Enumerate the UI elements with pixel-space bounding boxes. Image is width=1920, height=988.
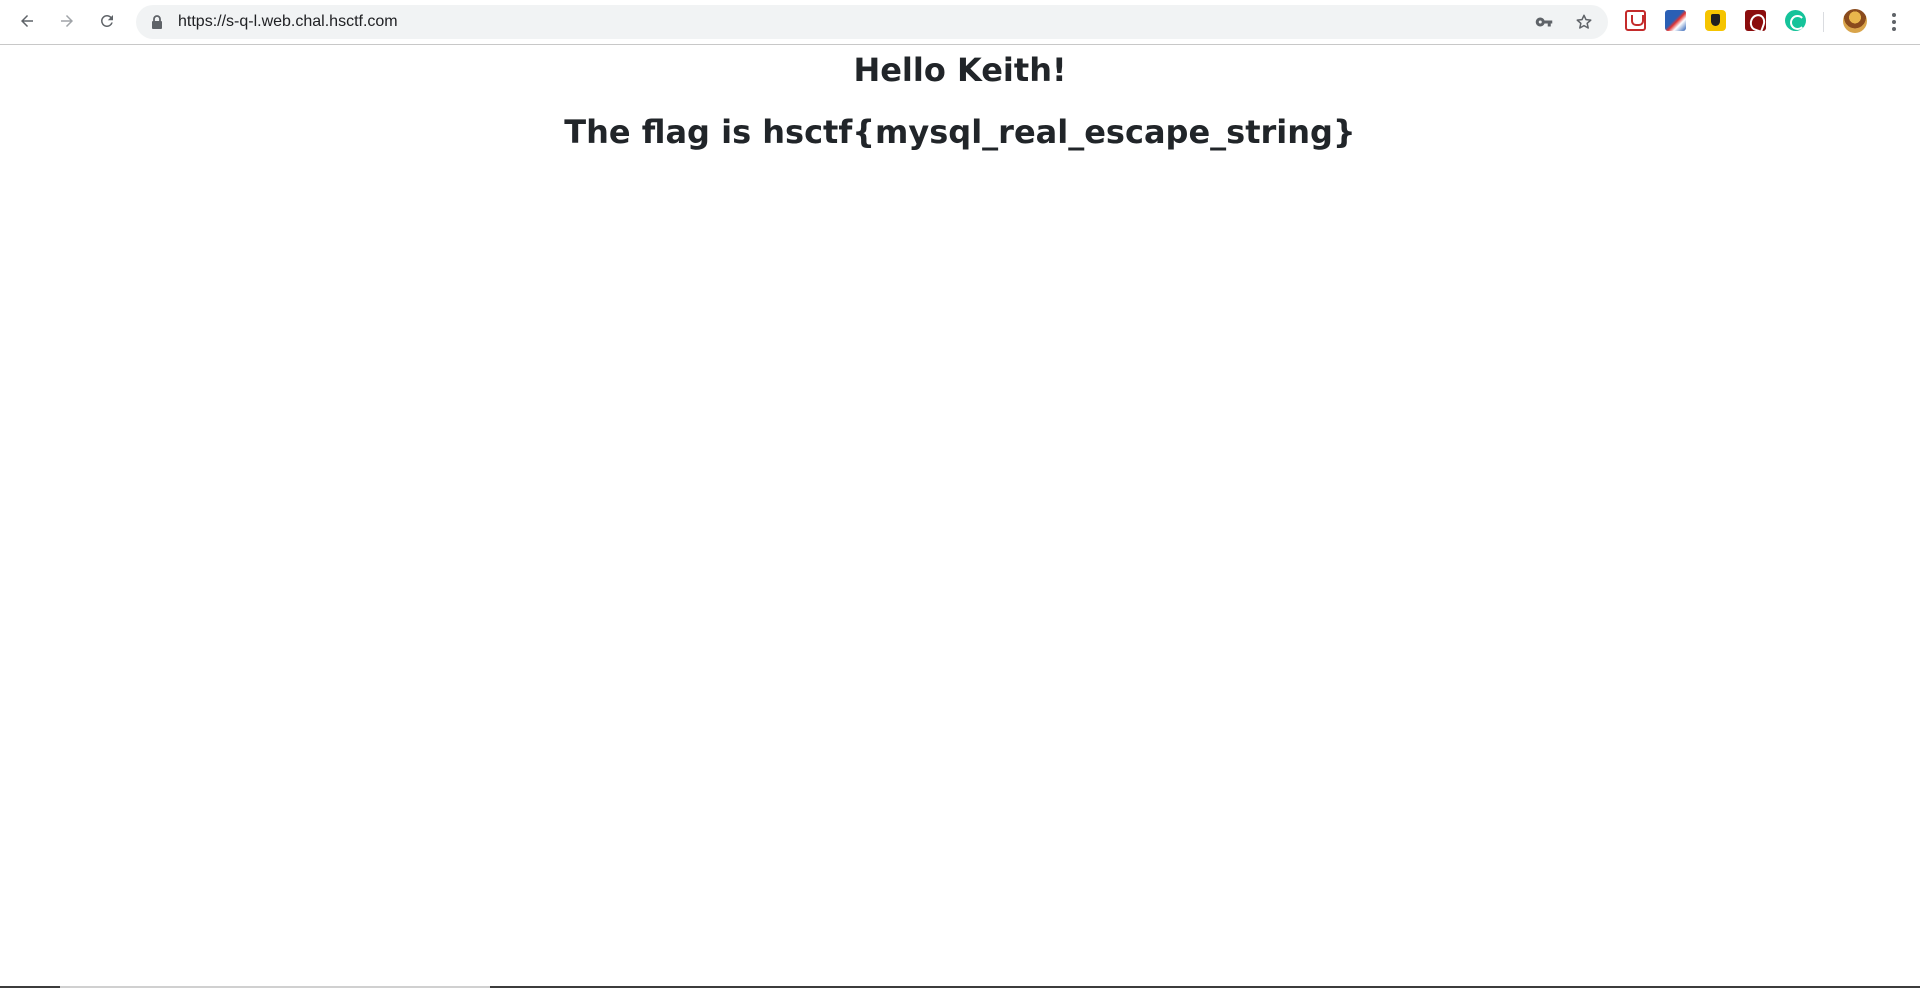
- shield-extension-icon[interactable]: [1705, 10, 1726, 31]
- grammarly-extension-icon[interactable]: [1785, 10, 1806, 31]
- arrow-right-icon: [61, 15, 73, 27]
- greeting-heading: Hello Keith!: [853, 51, 1067, 89]
- flag-extension-icon[interactable]: [1665, 10, 1686, 31]
- menu-dot-icon: [1892, 27, 1896, 31]
- menu-dot-icon: [1892, 13, 1896, 17]
- reload-button[interactable]: [91, 5, 123, 37]
- flag-message: The flag is hsctf{mysql_real_escape_stri…: [564, 113, 1356, 151]
- url-text[interactable]: https://s-q-l.web.chal.hsctf.com: [178, 5, 398, 39]
- key-icon[interactable]: [1535, 13, 1553, 31]
- browser-menu-button[interactable]: [1882, 10, 1906, 34]
- mcafee-extension-icon[interactable]: [1625, 10, 1646, 31]
- address-bar[interactable]: https://s-q-l.web.chal.hsctf.com: [136, 5, 1608, 39]
- page-content: Hello Keith! The flag is hsctf{mysql_rea…: [0, 46, 1920, 988]
- arrow-left-icon: [21, 15, 33, 27]
- toolbar-divider: [1823, 12, 1824, 32]
- bookmark-star-icon[interactable]: [1575, 13, 1593, 31]
- forward-button[interactable]: [51, 5, 83, 37]
- browser-toolbar: https://s-q-l.web.chal.hsctf.com: [0, 0, 1920, 45]
- menu-dot-icon: [1892, 20, 1896, 24]
- back-button[interactable]: [11, 5, 43, 37]
- lock-icon: [152, 15, 162, 29]
- reload-icon: [100, 14, 113, 27]
- profile-avatar[interactable]: [1843, 9, 1867, 33]
- acrobat-extension-icon[interactable]: [1745, 10, 1766, 31]
